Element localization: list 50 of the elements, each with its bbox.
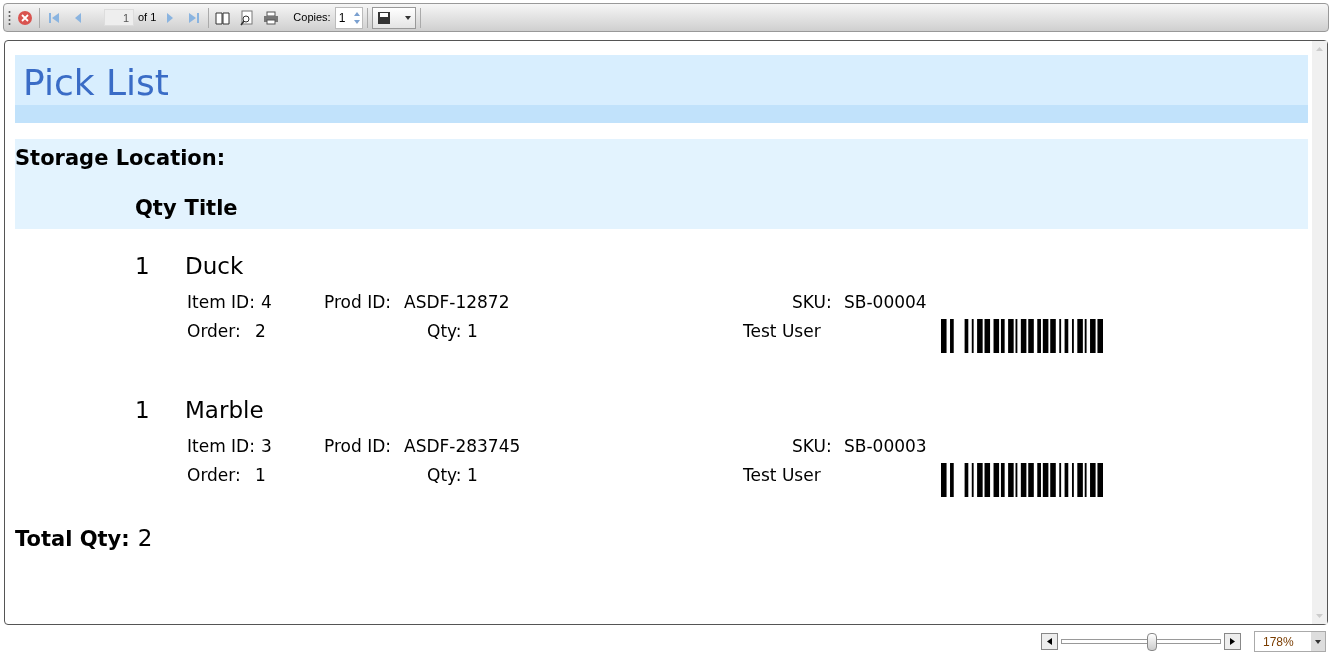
page-count: of 1 [138, 10, 157, 26]
total-label: Total Qty: [15, 526, 130, 553]
zoom-slider[interactable] [1061, 631, 1221, 652]
field-label: Item ID: [187, 290, 256, 314]
item-title: Marble [185, 396, 264, 425]
prod-id: ASDF-283745 [404, 434, 522, 458]
user-name: Test User [743, 320, 822, 343]
sku: SB-00004 [844, 290, 927, 314]
previous-icon [73, 11, 83, 24]
group-label: Storage Location: [15, 145, 227, 172]
page-field[interactable]: 1 [104, 9, 134, 26]
caret-icon [404, 15, 411, 20]
copies-spinner[interactable]: 1 [334, 6, 363, 29]
field-label: Qty: [427, 464, 463, 487]
field-label: SKU: [792, 290, 833, 314]
report-title: Pick List [22, 61, 170, 105]
field-label: Qty: [427, 320, 463, 343]
item-title: Duck [185, 252, 244, 281]
last-page-icon [188, 11, 201, 24]
caret-icon [1311, 632, 1325, 651]
field-label: SKU: [792, 434, 833, 458]
left-arrow-icon [1047, 638, 1052, 645]
item-id: 3 [261, 434, 273, 458]
field-label: Order: [187, 320, 242, 343]
item-qty: 1 [135, 252, 151, 281]
save-dropdown-button[interactable] [371, 6, 416, 29]
field-label: Prod ID: [324, 434, 392, 458]
sku: SB-00003 [844, 434, 927, 458]
first-page-icon [48, 11, 60, 24]
user-name: Test User [743, 464, 822, 487]
field-label: Order: [187, 464, 242, 487]
zoom-in-button[interactable] [1224, 633, 1241, 650]
item-qty: 1 [135, 396, 151, 425]
prod-id: ASDF-12872 [404, 290, 511, 314]
total-value: 2 [137, 524, 153, 553]
line-qty: 1 [467, 320, 479, 343]
item-id: 4 [261, 290, 273, 314]
column-header: Title [184, 194, 238, 222]
line-qty: 1 [467, 464, 479, 487]
zoom-out-button[interactable] [1041, 633, 1058, 650]
field-label: Item ID: [187, 434, 256, 458]
order-number: 2 [255, 320, 267, 343]
column-header: Qty [135, 194, 177, 222]
slider-thumb[interactable] [1147, 632, 1158, 651]
order-number: 1 [255, 464, 267, 487]
copies-label: Copies: [293, 10, 331, 26]
grip-icon [8, 9, 11, 26]
right-arrow-icon [1230, 638, 1235, 645]
zoom-dropdown[interactable]: 178% [1254, 631, 1326, 652]
field-label: Prod ID: [324, 290, 392, 314]
